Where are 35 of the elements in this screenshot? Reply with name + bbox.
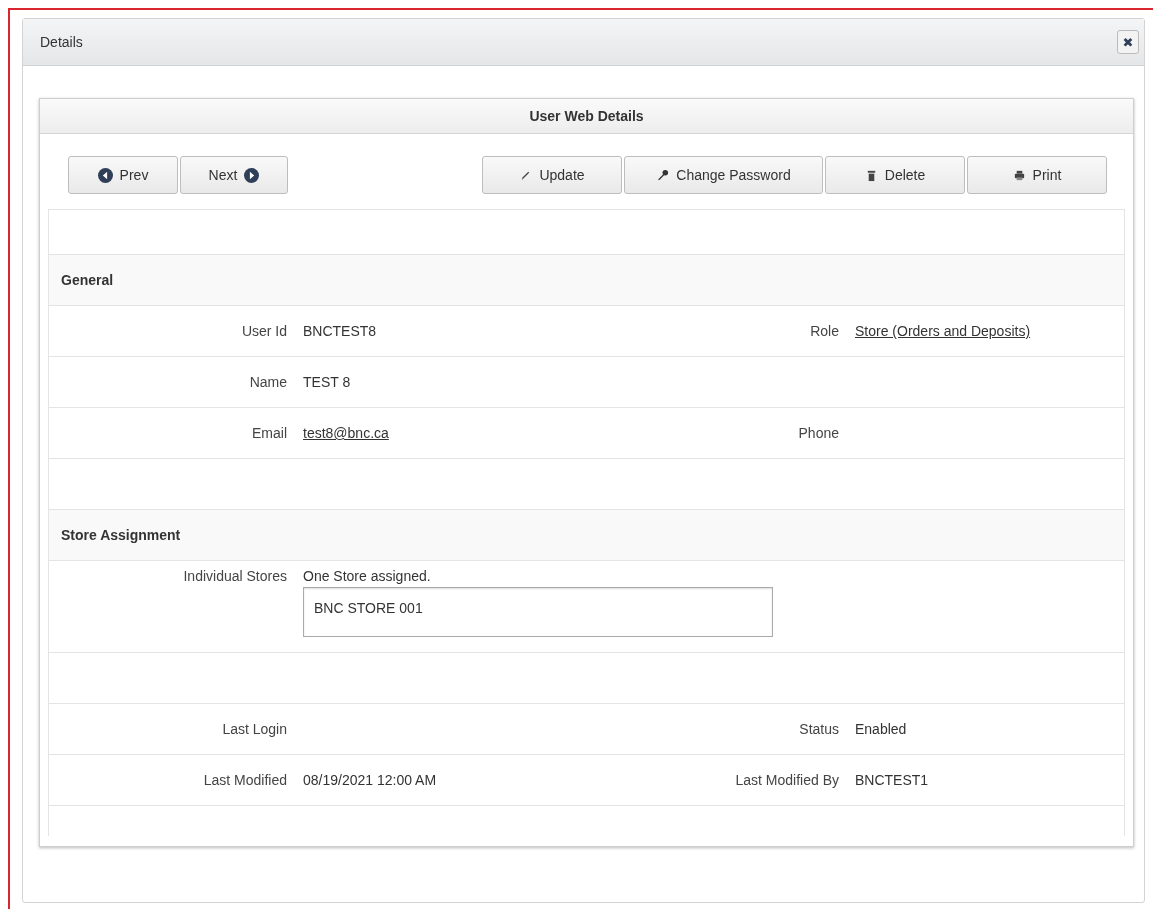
next-button[interactable]: Next bbox=[180, 156, 288, 194]
field-link[interactable]: test8@bnc.ca bbox=[303, 425, 389, 441]
field-value: BNCTEST8 bbox=[303, 323, 377, 339]
toolbar-button[interactable]: Update bbox=[482, 156, 622, 194]
field-link[interactable]: Store (Orders and Deposits) bbox=[855, 323, 1031, 339]
field-value: BNCTEST1 bbox=[855, 772, 929, 788]
field-label: User Id bbox=[240, 323, 287, 339]
section-heading: General bbox=[61, 272, 114, 288]
toolbar-button[interactable]: Print bbox=[967, 156, 1107, 194]
field-label: Role bbox=[809, 323, 839, 339]
field-label: Individual Stores bbox=[182, 568, 287, 584]
store-list-item[interactable]: BNC STORE 001 bbox=[314, 600, 762, 616]
field-value: TEST 8 bbox=[303, 374, 351, 390]
key-icon bbox=[656, 168, 670, 182]
field-label: Phone bbox=[797, 425, 839, 441]
field-label: Status bbox=[798, 721, 839, 737]
field-label: Last Login bbox=[221, 721, 287, 737]
close-button[interactable]: ✖ bbox=[1117, 30, 1139, 54]
field-value: Enabled bbox=[855, 721, 907, 737]
next-circle-icon bbox=[244, 167, 260, 183]
panel-title: User Web Details bbox=[40, 99, 1133, 134]
field-value: 08/19/2021 12:00 AM bbox=[303, 772, 437, 788]
field-label: Email bbox=[251, 425, 287, 441]
section-heading: Store Assignment bbox=[61, 527, 181, 543]
printer-icon bbox=[1012, 168, 1026, 182]
assigned-summary: One Store assigned. bbox=[303, 568, 432, 584]
store-list[interactable]: BNC STORE 001 bbox=[303, 587, 773, 637]
toolbar-button[interactable]: Delete bbox=[825, 156, 965, 194]
window-title: Details bbox=[40, 34, 83, 50]
prev-circle-icon bbox=[97, 167, 113, 183]
field-label: Last Modified bbox=[202, 772, 287, 788]
toolbar-button[interactable]: Change Password bbox=[624, 156, 823, 194]
field-label: Name bbox=[248, 374, 287, 390]
prev-button[interactable]: Prev bbox=[68, 156, 178, 194]
field-label: Last Modified By bbox=[734, 772, 839, 788]
